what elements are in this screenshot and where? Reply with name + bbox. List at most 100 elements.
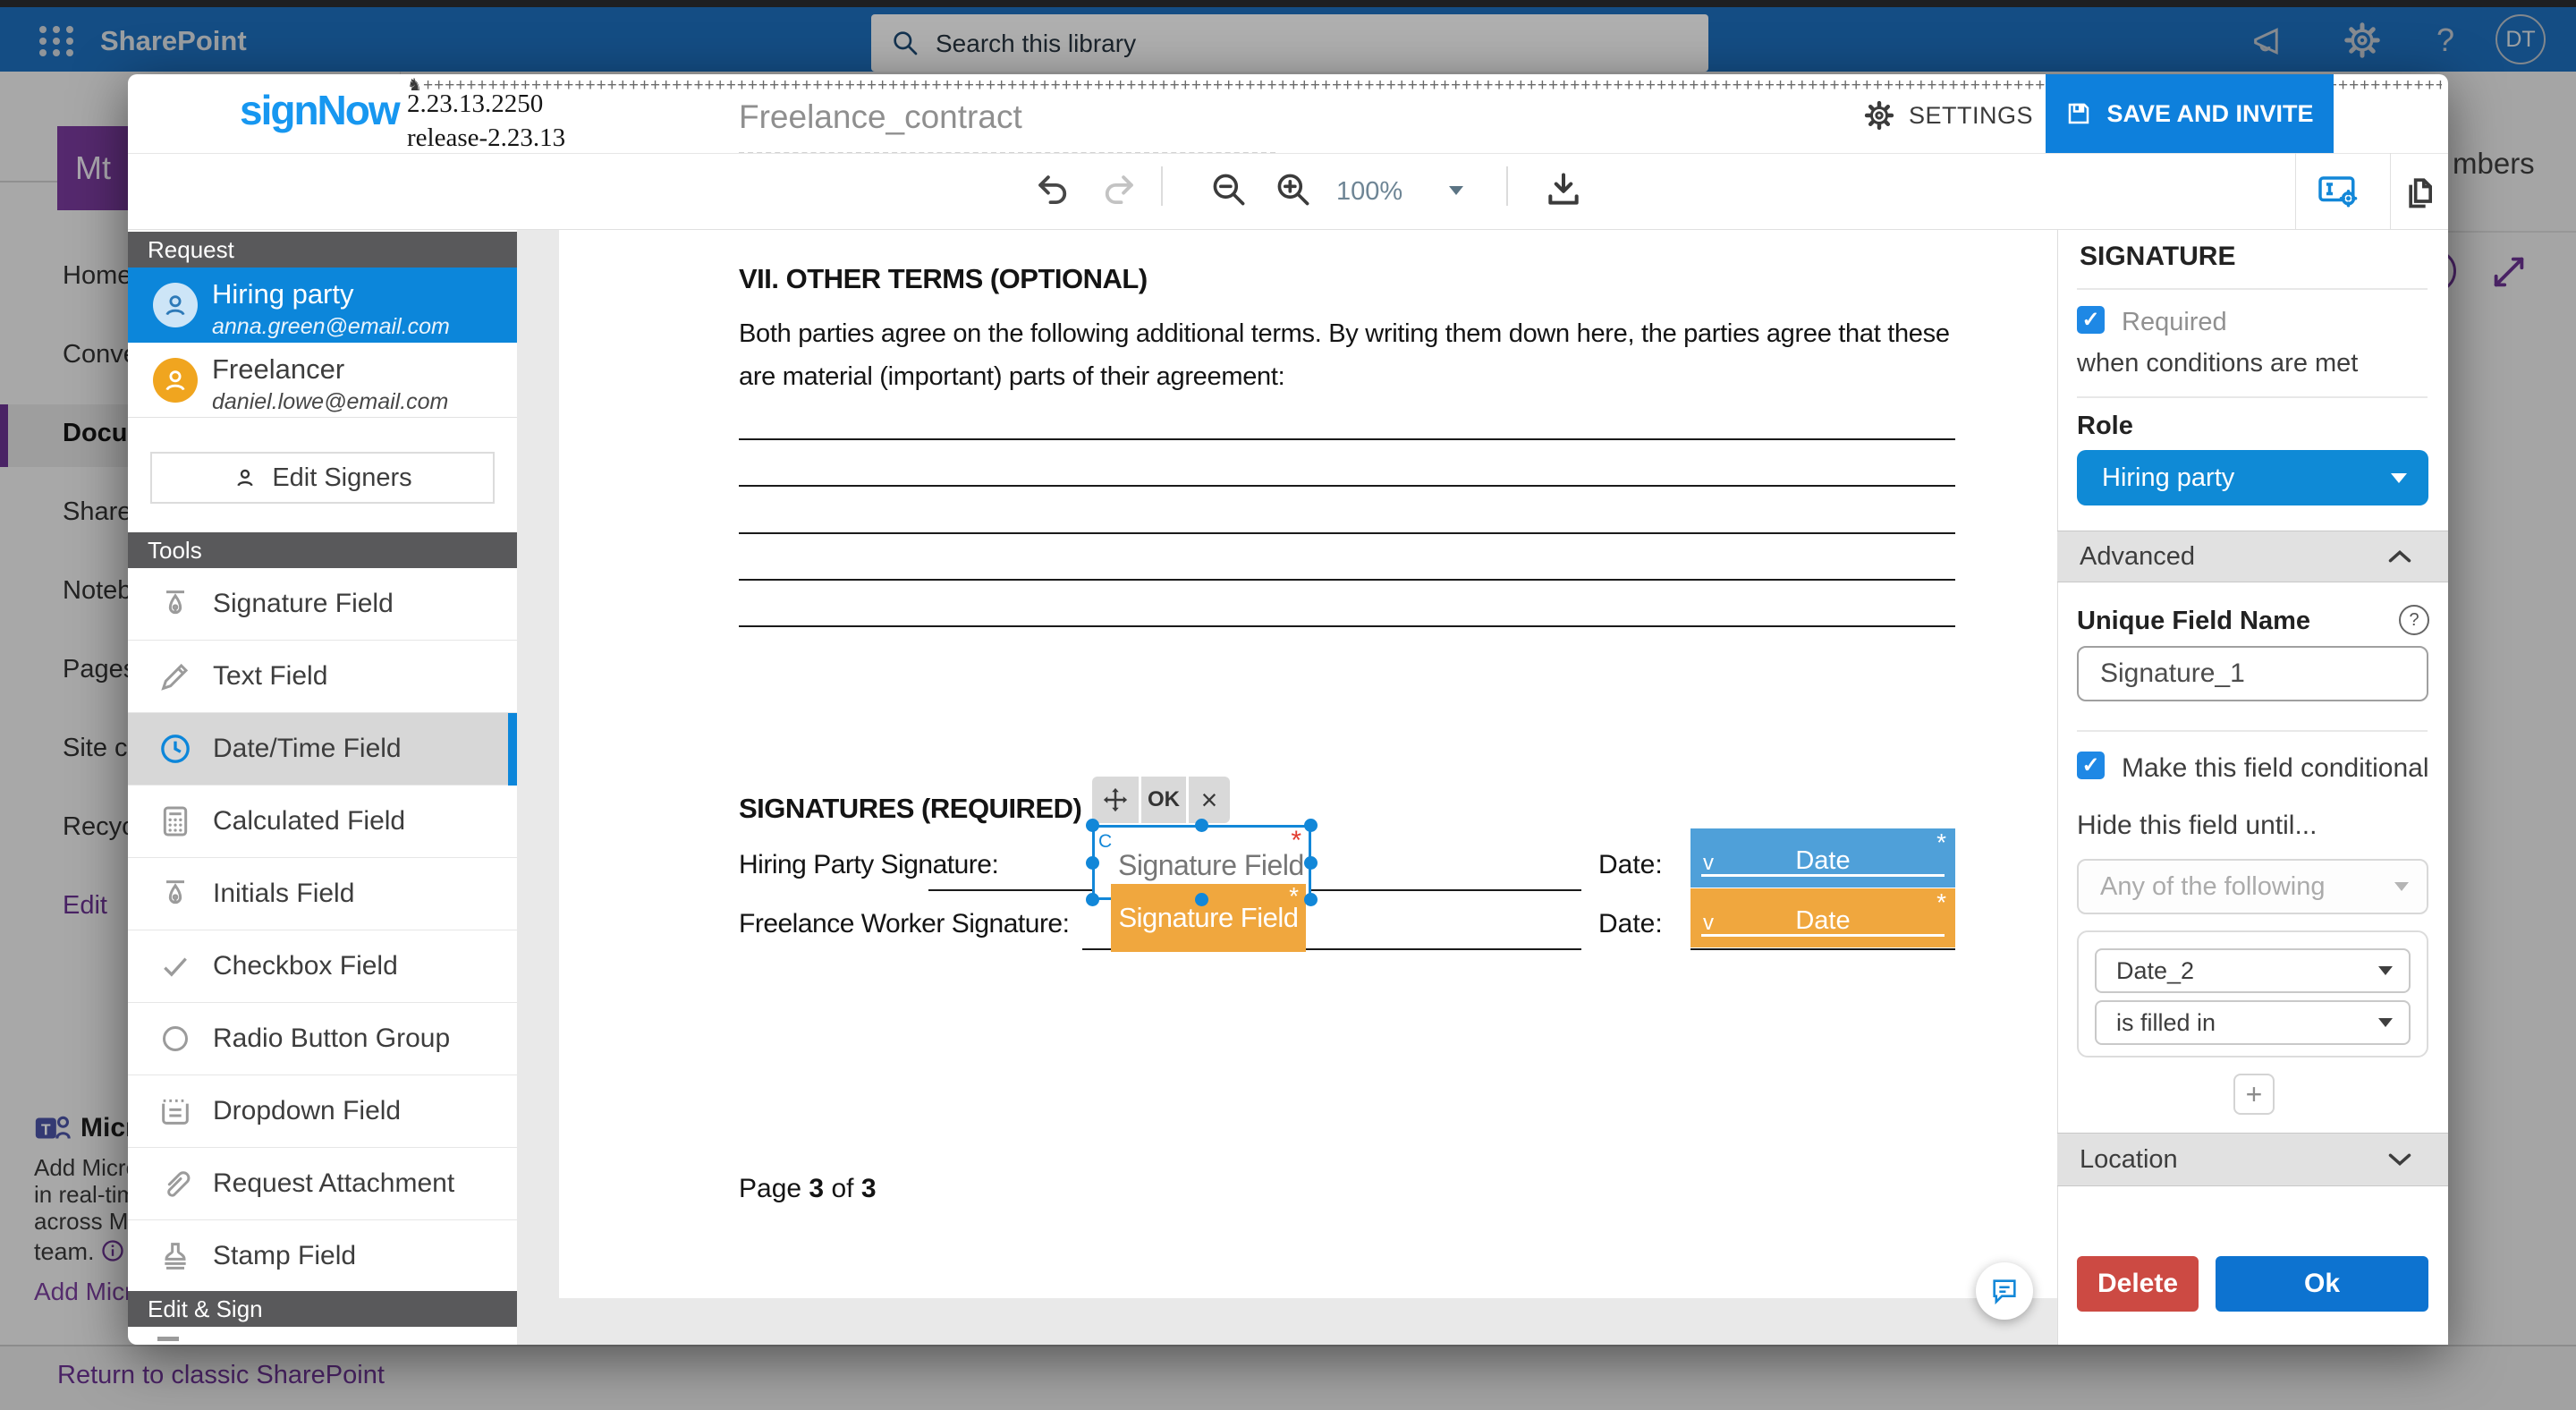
field-move-handle[interactable] [1092,777,1139,823]
zoom-dropdown-caret[interactable] [1449,186,1463,195]
conditional-checkbox[interactable]: ✓ [2077,752,2105,779]
field-settings-icon[interactable] [2317,172,2361,209]
page-footer-total: 3 [861,1174,877,1203]
doc-date-line-2 [1690,948,1955,950]
resize-handle[interactable] [1086,856,1099,870]
tool-label: Dropdown Field [213,1096,401,1126]
chevron-down-icon [2391,473,2407,483]
save-icon [2065,100,2092,127]
date-field-freelancer[interactable]: v Date * [1690,888,1955,947]
tool-calculated-field[interactable]: Calculated Field [128,786,517,858]
tool-label: Radio Button Group [213,1024,450,1054]
version-line2: release-2.23.13 [407,123,565,153]
tool-text-field[interactable]: Text Field [128,641,517,713]
field-close-button[interactable]: × [1189,777,1230,823]
download-button[interactable] [1544,170,1583,209]
required-checkbox[interactable]: ✓ [2077,306,2105,334]
redo-button[interactable] [1099,172,1137,209]
resize-handle[interactable] [1195,893,1208,906]
zoom-level-value[interactable]: 100% [1336,177,1402,207]
save-and-invite-label: SAVE AND INVITE [2106,100,2313,128]
check-icon [157,948,193,984]
chevron-down-icon [2378,1018,2393,1027]
tool-dropdown-field[interactable]: Dropdown Field [128,1075,517,1148]
signer-row-freelancer[interactable]: Freelancer daniel.lowe@email.com [128,343,517,418]
edit-signers-button[interactable]: Edit Signers [150,452,495,504]
page-footer-prefix: Page [739,1174,801,1203]
copy-pages-icon[interactable] [2402,172,2442,211]
chevron-up-icon [2387,548,2412,565]
panel-divider-1 [2077,288,2428,290]
tools-section-header: Tools [128,532,517,568]
required-asterisk: * [1289,882,1299,911]
required-note: when conditions are met [2077,349,2358,378]
signer-row-hiring-party[interactable]: Hiring party anna.green@email.com [128,268,517,343]
pen-nib-icon [157,876,193,912]
resize-handle[interactable] [1086,819,1099,832]
date-field-hiring[interactable]: v Date * [1690,828,1955,888]
signature-field-freelancer[interactable]: Signature Field * [1111,884,1306,952]
toolbar-divider-1 [1161,166,1163,206]
signature-field-label: Signature Field [1118,902,1298,934]
tool-initials-field[interactable]: Initials Field [128,858,517,930]
unique-field-name-input[interactable]: Signature_1 [2077,646,2428,701]
location-label: Location [2080,1145,2178,1175]
partial-tool-icon [157,1337,179,1341]
field-ok-button[interactable]: OK [1141,777,1186,823]
zoom-in-button[interactable] [1274,170,1313,209]
zoom-out-button[interactable] [1209,170,1249,209]
chat-bubble-button[interactable] [1976,1262,2033,1320]
edit-sign-section-header: Edit & Sign [128,1291,517,1327]
tool-checkbox-field[interactable]: Checkbox Field [128,930,517,1003]
resize-handle[interactable] [1195,819,1208,832]
chat-icon [1989,1276,2020,1306]
settings-button[interactable]: SETTINGS [1862,98,2033,132]
doc-signatures-heading: SIGNATURES (REQUIRED) [739,793,1081,825]
tool-request-attachment[interactable]: Request Attachment [128,1148,517,1220]
tool-stamp-field[interactable]: Stamp Field [128,1220,517,1293]
resize-handle[interactable] [1304,819,1318,832]
undo-button[interactable] [1035,172,1072,209]
role-dropdown[interactable]: Hiring party [2077,450,2428,505]
save-and-invite-button[interactable]: SAVE AND INVITE [2046,74,2334,153]
header-divider [128,153,2448,154]
resize-handle[interactable] [1304,856,1318,870]
signer-email: anna.green@email.com [212,314,450,340]
ok-button[interactable]: Ok [2216,1256,2428,1312]
doc-row2-label: Freelance Worker Signature: [739,909,1069,939]
person-icon [233,465,258,490]
panel-divider-3 [2077,730,2428,732]
tool-date-time-field[interactable]: Date/Time Field [128,713,517,786]
add-condition-button[interactable]: + [2233,1074,2275,1115]
condition-field-dropdown[interactable]: Date_2 [2095,948,2411,993]
list-icon [157,1093,193,1129]
tool-signature-field[interactable]: Signature Field [128,568,517,641]
field-name-help-icon[interactable]: ? [2399,605,2429,635]
tools-section-title: Tools [148,537,202,565]
signer-role: Freelancer [212,353,344,386]
condition-type-dropdown[interactable]: Any of the following [2077,859,2428,914]
chevron-down-icon [2387,1151,2412,1168]
signer-role: Hiring party [212,278,354,310]
doc-date2-label: Date: [1598,909,1663,939]
delete-button[interactable]: Delete [2077,1256,2199,1312]
location-section-header[interactable]: Location [2057,1133,2448,1186]
role-value: Hiring party [2102,463,2234,493]
document-title[interactable]: Freelance_contract [739,98,1022,136]
tool-radio-button-group[interactable]: Radio Button Group [128,1003,517,1075]
stamp-icon [157,1238,193,1274]
doc-blank-line [739,625,1955,627]
doc-row1-label: Hiring Party Signature: [739,850,998,880]
doc-page-footer: Page 3 of 3 [739,1174,877,1204]
doc-heading: VII. OTHER TERMS (OPTIONAL) [739,263,1148,295]
condition-operator-dropdown[interactable]: is filled in [2095,1000,2411,1045]
advanced-section-header[interactable]: Advanced [2057,531,2448,582]
resize-handle[interactable] [1086,893,1099,906]
panel-divider-2 [2077,396,2428,398]
required-label: Required [2122,308,2227,337]
doc-blank-line [739,485,1955,487]
field-toolbar: OK × [1092,777,1230,823]
tool-label: Checkbox Field [213,951,398,981]
settings-label: SETTINGS [1909,102,2033,130]
resize-handle[interactable] [1304,893,1318,906]
